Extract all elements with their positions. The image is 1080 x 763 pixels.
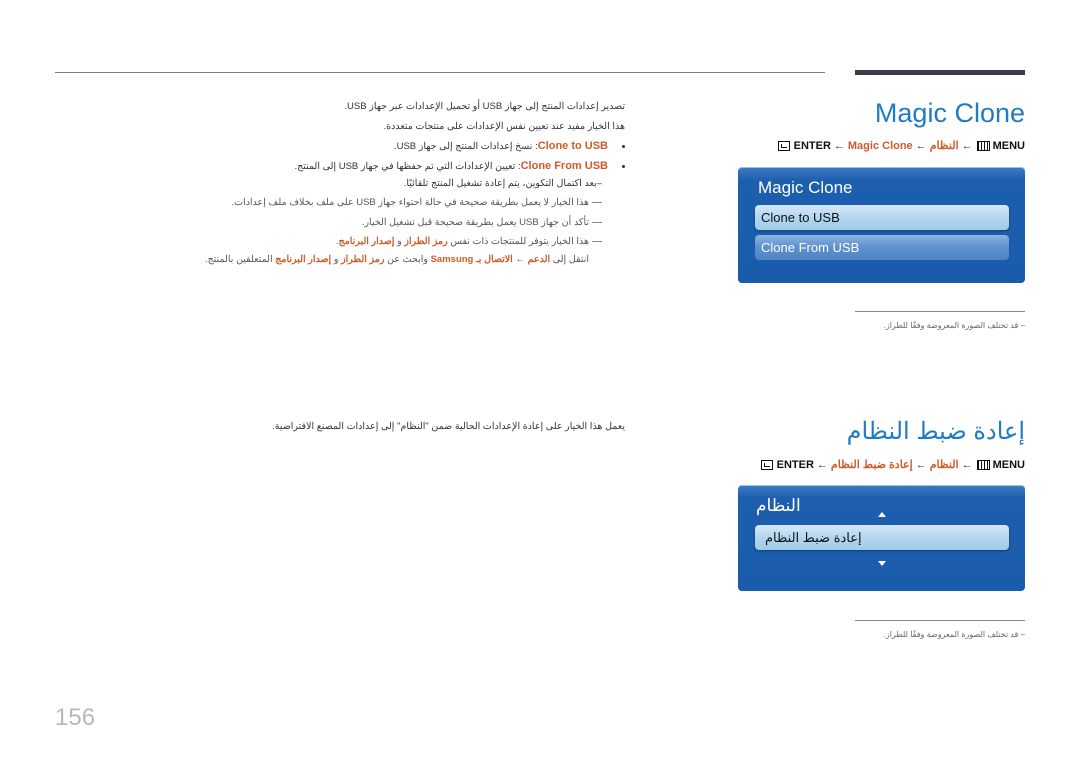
- header-accent-bar: [855, 70, 1025, 75]
- term-software-version: إصدار البرنامج: [275, 254, 332, 265]
- osd-title: Magic Clone: [758, 178, 853, 197]
- menu-path-magic-clone: ENTER ← Magic Clone ← النظام ← MENU: [777, 139, 1025, 152]
- bullet-clone-to-usb: Clone to USB: نسخ إعدادات المنتج إلى جها…: [394, 140, 625, 152]
- term-model-code: رمز الطراز: [404, 236, 448, 247]
- osd-title: النظام: [756, 496, 801, 515]
- menu-label: MENU: [992, 458, 1025, 471]
- menu-path-system-reset: ENTER ← إعادة ضبط النظام ← النظام ← MENU: [760, 458, 1025, 471]
- image-note: – قد تختلف الصورة المعروضة وفقًا للطراز.: [883, 630, 1025, 639]
- note-rule: [855, 620, 1025, 621]
- bullet-icon: [622, 144, 625, 148]
- scroll-up-icon[interactable]: [878, 512, 886, 517]
- note-line-3: هذا الخيار يتوفر للمنتجات ذات نفس رمز ال…: [336, 236, 602, 247]
- note-line-2: تأكد أن جهاز USB يعمل بطريقة صحيحة قبل ت…: [362, 217, 602, 228]
- path-item-system: النظام: [929, 140, 959, 152]
- bullet-sub-note: –بعد اكتمال التكوين، يتم إعادة تشغيل الم…: [403, 178, 602, 189]
- dash-icon: [592, 201, 602, 203]
- note-rule: [855, 311, 1025, 312]
- bullet-clone-from-usb: Clone From USB: تعيين الإعدادات التي تم …: [294, 160, 625, 172]
- dash-icon: [592, 240, 602, 242]
- path-item-system-reset: إعادة ضبط النظام: [830, 459, 913, 471]
- dash-icon: [592, 221, 602, 223]
- page-number: 156: [55, 704, 96, 731]
- intro-line-1: تصدير إعدادات المنتج إلى جهاز USB أو تحم…: [344, 101, 625, 112]
- osd-magic-clone-menu: Magic Clone Clone to USB Clone From USB: [738, 167, 1025, 283]
- menu-icon: [976, 140, 990, 151]
- note-line-1: هذا الخيار لا يعمل بطريقة صحيحة في حالة …: [231, 197, 602, 208]
- note-line-3-continued: انتقل إلى الدعم ← الاتصال بـ Samsung واب…: [205, 254, 589, 265]
- term-software-version: إصدار البرنامج: [338, 236, 395, 247]
- enter-label: ENTER: [793, 139, 831, 152]
- section-title-system-reset: إعادة ضبط النظام: [846, 418, 1025, 445]
- arrow-icon: ←: [915, 139, 927, 152]
- header-rule: [55, 72, 825, 73]
- arrow-icon: ←: [833, 139, 845, 152]
- enter-icon: [760, 459, 773, 470]
- osd-item-clone-from-usb[interactable]: Clone From USB: [755, 235, 1009, 260]
- section-title-magic-clone: Magic Clone: [874, 98, 1025, 128]
- enter-icon: [777, 140, 790, 151]
- osd-item-clone-to-usb[interactable]: Clone to USB: [755, 205, 1009, 230]
- enter-label: ENTER: [776, 458, 814, 471]
- term-support: الدعم: [527, 254, 551, 265]
- arrow-icon: ←: [915, 458, 927, 471]
- arrow-icon: ←: [961, 458, 973, 471]
- path-item-magic-clone: Magic Clone: [847, 139, 913, 152]
- bullet-text: : نسخ إعدادات المنتج إلى جهاز USB.: [393, 141, 538, 152]
- menu-icon: [976, 459, 990, 470]
- scroll-down-icon[interactable]: [878, 561, 886, 566]
- system-reset-description: يعمل هذا الخيار على إعادة الإعدادات الحا…: [272, 421, 625, 432]
- osd-item-system-reset[interactable]: إعادة ضبط النظام: [755, 525, 1009, 550]
- path-item-system: النظام: [929, 459, 959, 471]
- term-contact-samsung: الاتصال بـ Samsung: [430, 254, 513, 265]
- arrow-icon: ←: [816, 458, 828, 471]
- image-note: – قد تختلف الصورة المعروضة وفقًا للطراز.: [883, 321, 1025, 330]
- term-clone-to-usb: Clone to USB: [537, 140, 608, 152]
- osd-system-menu: النظام إعادة ضبط النظام: [738, 485, 1025, 591]
- bullet-text: : تعيين الإعدادات التي تم حفظها في جهاز …: [294, 161, 521, 172]
- term-clone-from-usb: Clone From USB: [520, 160, 608, 172]
- bullet-icon: [622, 164, 625, 168]
- intro-line-2: هذا الخيار مفيد عند تعيين نفس الإعدادات …: [383, 121, 626, 132]
- menu-label: MENU: [992, 139, 1025, 152]
- term-model-code: رمز الطراز: [341, 254, 385, 265]
- arrow-icon: ←: [961, 139, 973, 152]
